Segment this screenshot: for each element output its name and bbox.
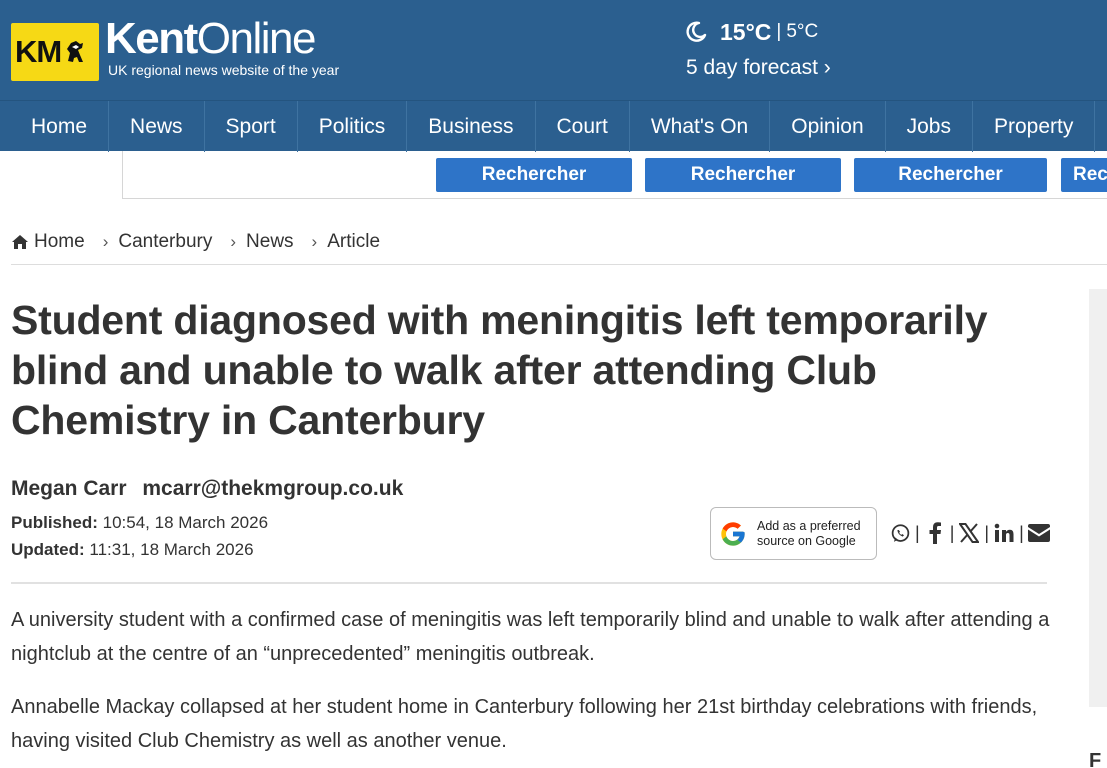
temp-high: 15°C xyxy=(720,18,772,45)
temp-low: 5°C xyxy=(786,21,819,42)
breadcrumb: Home › Canterbury › News › Article xyxy=(11,231,380,253)
breadcrumb-article: Article xyxy=(327,231,381,252)
search-strip: Rechercher Rechercher Rechercher Recherc… xyxy=(122,151,1107,199)
divider xyxy=(11,264,1107,265)
share-separator: | xyxy=(1019,522,1024,543)
weather-widget: 15°C | 5°C 5 day forecast › xyxy=(684,16,831,80)
divider xyxy=(11,582,1047,584)
nav-item-politics[interactable]: Politics xyxy=(298,101,408,152)
search-button-4[interactable]: Rechercher xyxy=(1061,158,1107,192)
forecast-link[interactable]: 5 day forecast › xyxy=(686,56,831,80)
brand-tagline: UK regional news website of the year xyxy=(108,62,340,78)
author-name[interactable]: Megan Carr xyxy=(11,477,127,500)
nav-item-news[interactable]: News xyxy=(109,101,205,152)
km-logo-text: KM xyxy=(15,34,62,69)
author-email[interactable]: mcarr@thekmgroup.co.uk xyxy=(142,477,403,500)
published-value: 10:54, 18 March 2026 xyxy=(102,513,269,532)
share-separator: | xyxy=(915,522,920,543)
nav-item-jobs[interactable]: Jobs xyxy=(886,101,973,152)
whatsapp-icon[interactable] xyxy=(889,522,911,544)
x-icon[interactable] xyxy=(958,522,980,544)
facebook-icon[interactable] xyxy=(924,522,946,544)
brand-name: KentOnline xyxy=(105,16,339,62)
byline: Megan Carr mcarr@thekmgroup.co.uk xyxy=(11,477,403,501)
main-nav: Home News Sport Politics Business Court … xyxy=(0,100,1107,152)
sidebar-heading-partial: F xyxy=(1089,750,1102,768)
breadcrumb-home[interactable]: Home xyxy=(34,231,85,253)
nav-item-whats-on[interactable]: What's On xyxy=(630,101,771,152)
email-icon[interactable] xyxy=(1027,522,1050,544)
article-headline: Student diagnosed with meningitis left t… xyxy=(11,297,988,443)
linkedin-icon[interactable] xyxy=(993,522,1015,544)
temp-separator: | xyxy=(776,21,782,42)
share-separator: | xyxy=(984,522,990,543)
breadcrumb-canterbury[interactable]: Canterbury xyxy=(118,231,212,253)
google-icon xyxy=(721,521,745,546)
search-button-1[interactable]: Rechercher xyxy=(436,158,632,192)
article-paragraph: A university student with a confirmed ca… xyxy=(11,609,1050,665)
updated-label: Updated: xyxy=(11,540,85,559)
published-label: Published: xyxy=(11,513,98,532)
share-bar: | | | | xyxy=(889,519,1050,547)
chevron-right-icon: › xyxy=(102,232,109,251)
nav-item-court[interactable]: Court xyxy=(536,101,630,152)
km-logo[interactable]: KM xyxy=(11,23,99,81)
nav-item-sport[interactable]: Sport xyxy=(205,101,298,152)
google-button-line2: source on Google xyxy=(757,533,856,548)
chevron-right-icon: › xyxy=(311,232,318,251)
nav-item-property[interactable]: Property xyxy=(973,101,1096,152)
brand[interactable]: KentOnline UK regional news website of t… xyxy=(105,16,340,79)
moon-icon xyxy=(686,21,707,42)
google-button-line1: Add as a preferred xyxy=(757,518,861,533)
search-button-3[interactable]: Rechercher xyxy=(854,158,1047,192)
article-paragraph: Annabelle Mackay collapsed at her studen… xyxy=(11,696,1038,752)
breadcrumb-news[interactable]: News xyxy=(246,231,294,253)
site-header: KM KentOnline UK regional news website o… xyxy=(0,0,1107,100)
nav-item-business[interactable]: Business xyxy=(407,101,536,152)
nav-item-home[interactable]: Home xyxy=(0,101,110,152)
home-icon xyxy=(12,235,28,249)
horse-icon xyxy=(67,41,84,62)
sidebar-ad-panel xyxy=(1089,289,1107,707)
article-meta: Published: 10:54, 18 March 2026 Updated:… xyxy=(11,509,268,563)
brand-name-bold: Kent xyxy=(105,14,198,63)
google-button-text: Add as a preferred source on Google xyxy=(757,519,861,549)
nav-item-opinion[interactable]: Opinion xyxy=(770,101,886,152)
chevron-right-icon: › xyxy=(230,232,237,251)
share-separator: | xyxy=(949,522,955,543)
google-preferred-source-button[interactable]: Add as a preferred source on Google xyxy=(710,507,877,560)
search-button-2[interactable]: Rechercher xyxy=(645,158,841,192)
updated-value: 11:31, 18 March 2026 xyxy=(89,540,254,559)
brand-name-light: Online xyxy=(196,14,317,63)
